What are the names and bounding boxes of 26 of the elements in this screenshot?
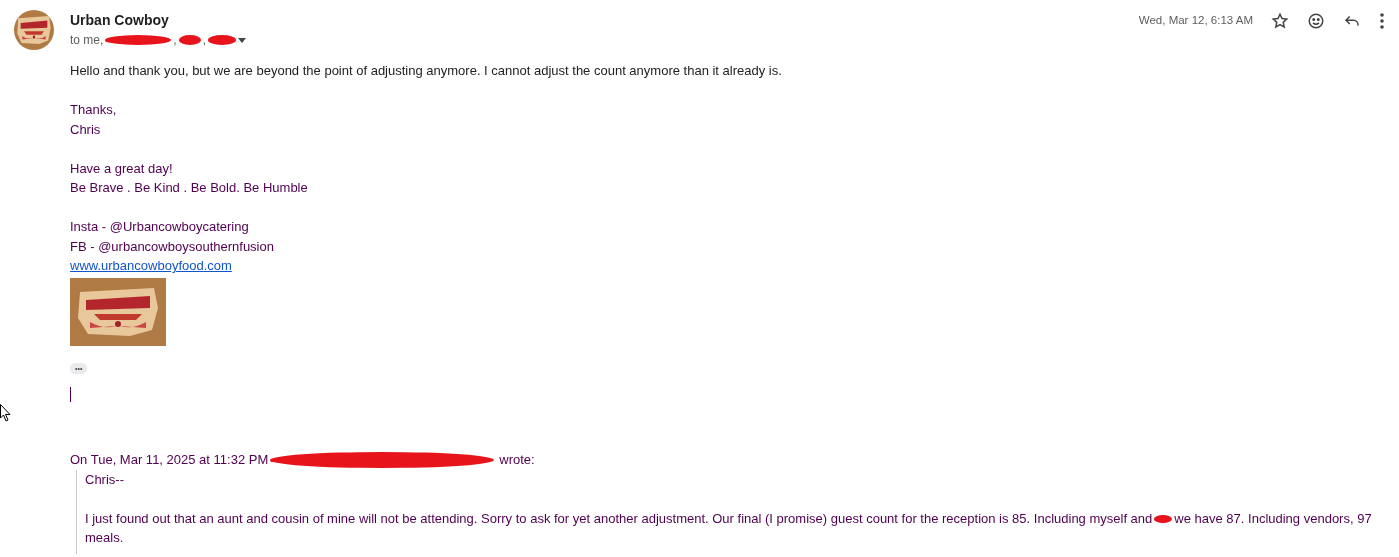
text-cursor [70,386,71,402]
separator: , [202,32,207,49]
signature-text: Be Brave . Be Kind . Be Bold. Be Humble [70,180,308,195]
sender-name: Urban Cowboy [70,11,170,29]
social-handle: Insta - @Urbancowboycatering [70,219,249,234]
quote-header: wrote: [499,450,535,469]
caret-icon[interactable] [238,37,247,43]
quote-text: I just found out that an aunt and cousin of mine will not be attending. Sorry to ask for yet another adjustment. Our final (I promise) guest count for the reception is 85. Including myself and we have 87. Including vendors, 97 meals. [85,509,1373,547]
more-icon[interactable] [1379,12,1385,30]
separator: , [173,32,177,49]
star-icon[interactable] [1271,12,1289,30]
redaction-mark [206,33,239,47]
quote-text: Chris-- [85,471,124,487]
emoji-icon[interactable] [1307,12,1325,30]
redaction-mark [176,33,203,47]
message-text: Hello and thank you, but we are beyond the point of adjusting anymore. I cannot adjust the count anymore than it already is. [70,62,783,80]
redaction-mark [103,33,174,47]
recipients-label: to me, [70,32,104,49]
quote-header: On Tue, Mar 11, 2025 at 11:32 PM [70,450,269,469]
redaction-mark [1152,513,1175,526]
signoff-text: Thanks, [70,102,117,117]
signature-text: Have a great day! [70,160,173,176]
message-date: Wed, Mar 12, 6:13 AM [1138,13,1253,29]
signoff-text: Chris [70,121,101,137]
website-link[interactable]: www.urbancowboyfood.com [70,258,232,273]
social-handle: FB - @urbancowboysouthernfusion [70,238,274,254]
